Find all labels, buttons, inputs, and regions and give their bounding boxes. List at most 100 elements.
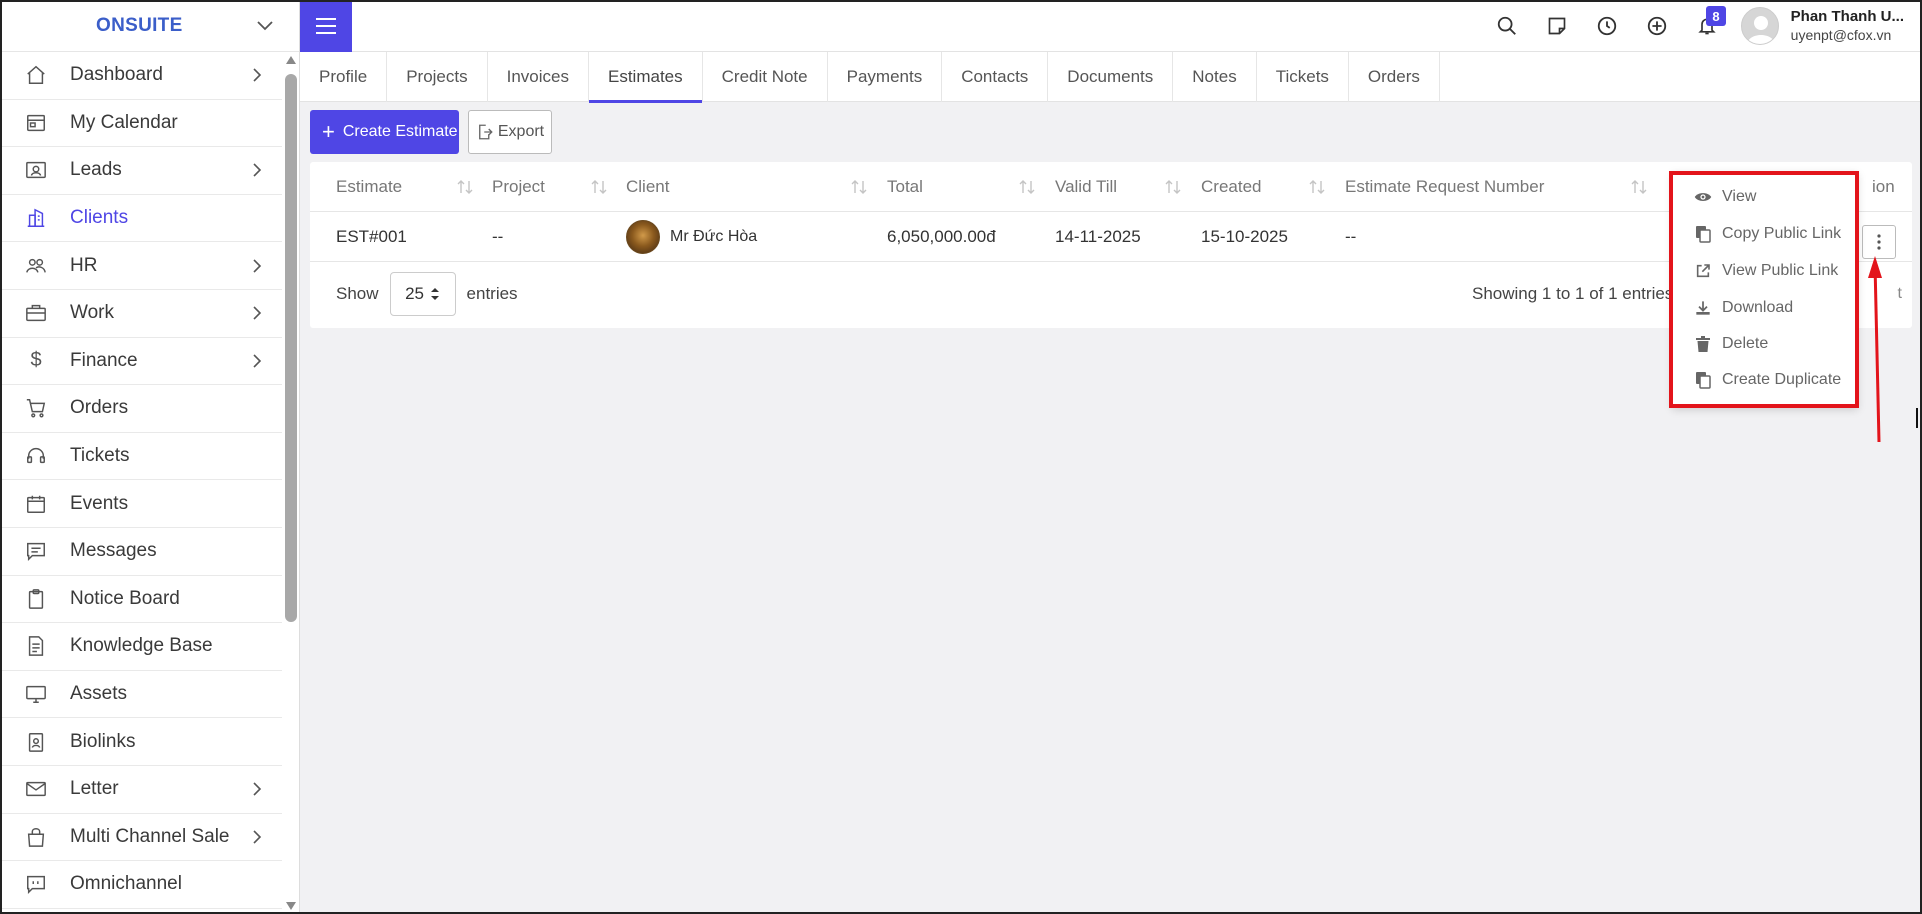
sticky-note-icon[interactable] <box>1532 0 1582 52</box>
header-total[interactable]: Total <box>887 162 923 212</box>
people-icon <box>24 254 48 278</box>
contact-card-icon <box>24 158 48 182</box>
sidebar-item-clients[interactable]: Clients <box>0 195 282 243</box>
sidebar-item-notice-board[interactable]: Notice Board <box>0 576 282 624</box>
chevron-down-icon[interactable] <box>255 16 275 36</box>
sort-caret-icon <box>430 288 439 300</box>
cell-valid-till: 14-11-2025 <box>1055 227 1141 246</box>
headset-icon <box>24 444 48 468</box>
sort-icon[interactable] <box>1018 179 1036 195</box>
sidebar-item-multi-channel-sale[interactable]: Multi Channel Sale <box>0 814 282 862</box>
chevron-right-icon <box>253 306 262 320</box>
sidebar-item-letter[interactable]: Letter <box>0 766 282 814</box>
id-badge-icon <box>24 730 48 754</box>
create-estimate-button[interactable]: + Create Estimate <box>310 110 459 154</box>
dropdown-item-label: Delete <box>1722 335 1769 352</box>
client-avatar <box>626 220 660 254</box>
tab-notes[interactable]: Notes <box>1173 52 1257 102</box>
more-vertical-icon <box>1877 234 1881 250</box>
sidebar-item-leads[interactable]: Leads <box>0 147 282 195</box>
sidebar-item-label: Clients <box>70 207 129 229</box>
cell-total: 6,050,000.00đ <box>887 227 996 246</box>
scroll-down-icon[interactable] <box>286 902 296 910</box>
dropdown-item-label: Copy Public Link <box>1722 225 1842 242</box>
header-estimate[interactable]: Estimate <box>336 162 402 212</box>
create-estimate-label: Create Estimate <box>342 123 458 140</box>
tab-contacts[interactable]: Contacts <box>942 52 1049 102</box>
sidebar-item-events[interactable]: Events <box>0 480 282 528</box>
sidebar-item-work[interactable]: Work <box>0 290 282 338</box>
sidebar-item-messages[interactable]: Messages <box>0 528 282 576</box>
tab-projects[interactable]: Projects <box>387 52 488 102</box>
dropdown-item-copy-public-link[interactable]: Copy Public Link <box>1694 219 1841 249</box>
sort-icon[interactable] <box>1308 179 1326 195</box>
dropdown-item-view[interactable]: View <box>1694 182 1756 212</box>
download-icon <box>1694 299 1712 317</box>
sidebar-item-knowledge-base[interactable]: Knowledge Base <box>0 623 282 671</box>
clock-icon[interactable] <box>1582 0 1632 52</box>
dropdown-item-label: View Public Link <box>1722 262 1839 279</box>
edge-marker <box>1916 408 1922 428</box>
sidebar-item-tickets[interactable]: Tickets <box>0 433 282 481</box>
dropdown-item-download[interactable]: Download <box>1694 293 1793 323</box>
sort-icon[interactable] <box>850 179 868 195</box>
eye-icon <box>1694 188 1712 206</box>
tab-tickets[interactable]: Tickets <box>1257 52 1349 102</box>
sidebar-item-finance[interactable]: $ Finance <box>0 338 282 386</box>
sidebar-item-assets[interactable]: Assets <box>0 671 282 719</box>
sort-icon[interactable] <box>1630 179 1648 195</box>
tab-payments[interactable]: Payments <box>828 52 943 102</box>
trash-icon <box>1694 335 1712 353</box>
dropdown-item-create-duplicate[interactable]: Create Duplicate <box>1694 365 1841 395</box>
sidebar-item-label: Events <box>70 492 129 514</box>
scroll-up-icon[interactable] <box>286 56 296 64</box>
tab-invoices[interactable]: Invoices <box>488 52 589 102</box>
sidebar-item-label: Omnichannel <box>70 873 182 895</box>
dropdown-item-delete[interactable]: Delete <box>1694 329 1768 359</box>
header-created[interactable]: Created <box>1201 162 1261 212</box>
tab-documents[interactable]: Documents <box>1048 52 1174 102</box>
cell-estimate[interactable]: EST#001 <box>336 212 407 262</box>
sidebar-item-label: Messages <box>70 540 157 562</box>
export-label: Export <box>497 123 545 140</box>
sort-icon[interactable] <box>1164 179 1182 195</box>
scrollbar-thumb[interactable] <box>285 74 297 622</box>
dropdown-item-view-public-link[interactable]: View Public Link <box>1694 256 1838 286</box>
sidebar-item-label: Orders <box>70 397 129 419</box>
sort-icon[interactable] <box>590 179 608 195</box>
cell-client[interactable]: Mr Đức Hòa <box>626 212 757 262</box>
header-estimate-request-number[interactable]: Estimate Request Number <box>1345 162 1544 212</box>
chevron-right-icon <box>253 354 262 368</box>
clipboard-icon <box>24 587 48 611</box>
tab-profile[interactable]: Profile <box>300 52 388 102</box>
tab-credit-note[interactable]: Credit Note <box>703 52 828 102</box>
pagination-info: Showing 1 to 1 of 1 entries <box>1472 284 1674 303</box>
topbar-icons: 8 <box>1482 0 1732 52</box>
sidebar-item-hr[interactable]: HR <box>0 242 282 290</box>
client-name[interactable]: Mr Đức Hòa <box>670 228 757 246</box>
sidebar: ONSUITE Dashboard My Calendar Leads Clie… <box>0 0 300 914</box>
sidebar-item-label: HR <box>70 254 98 276</box>
sidebar-item-dashboard[interactable]: Dashboard <box>0 52 282 100</box>
sidebar-item-orders[interactable]: Orders <box>0 385 282 433</box>
bell-icon[interactable]: 8 <box>1682 0 1732 52</box>
sidebar-scrollbar[interactable] <box>282 52 299 914</box>
hamburger-menu-button[interactable] <box>300 0 352 52</box>
page-size-select[interactable]: 25 <box>389 272 456 316</box>
tab-orders[interactable]: Orders <box>1349 52 1440 102</box>
sidebar-item-my-calendar[interactable]: My Calendar <box>0 100 282 148</box>
sidebar-menu: Dashboard My Calendar Leads Clients HR W… <box>0 52 282 909</box>
search-icon[interactable] <box>1482 0 1532 52</box>
header-valid-till[interactable]: Valid Till <box>1055 162 1117 212</box>
add-circle-icon[interactable] <box>1632 0 1682 52</box>
sidebar-item-biolinks[interactable]: Biolinks <box>0 718 282 766</box>
header-client[interactable]: Client <box>626 162 669 212</box>
sort-icon[interactable] <box>456 179 474 195</box>
sidebar-item-label: Dashboard <box>70 64 163 86</box>
tab-estimates[interactable]: Estimates <box>588 52 703 103</box>
user-menu[interactable]: Phan Thanh U... uyenpt@cfox.vn <box>1740 6 1904 46</box>
export-button[interactable]: Export <box>468 110 552 154</box>
header-project[interactable]: Project <box>492 162 545 212</box>
duplicate-icon <box>1694 371 1712 389</box>
sidebar-item-omnichannel[interactable]: Omnichannel <box>0 861 282 909</box>
